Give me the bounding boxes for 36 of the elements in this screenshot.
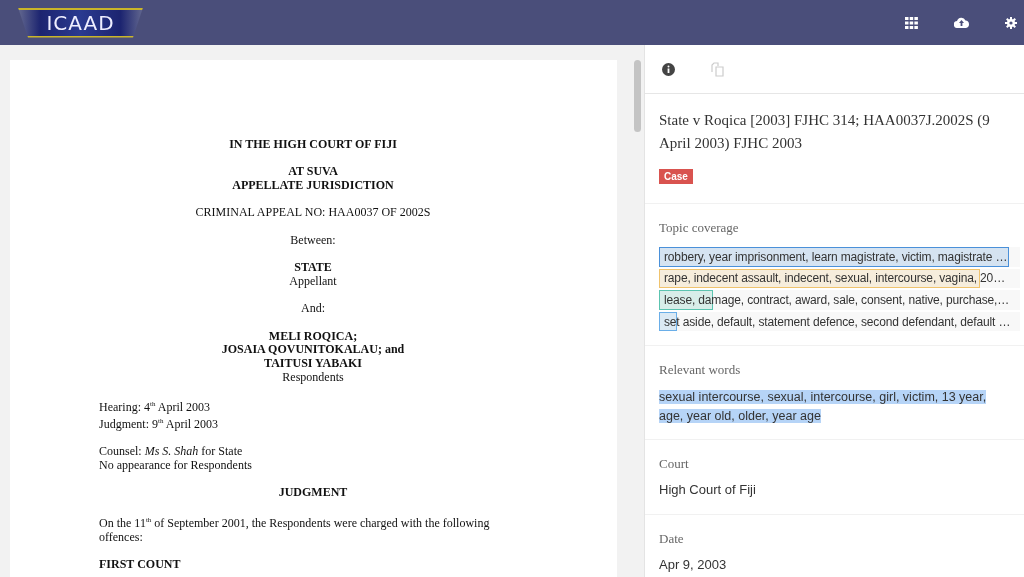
document-heading: FIRST COUNT bbox=[99, 557, 182, 572]
document-text: On the 11$^{th}$ of September 2001, the Respondents were charged with the following offences: bbox=[99, 514, 491, 545]
topic-words[interactable]: robbery, year imprisonment, learn magistrate, victim, magistrate … bbox=[659, 249, 1008, 264]
section-label: Relevant words bbox=[659, 362, 742, 379]
document-heading: TAITUSI YABAKI bbox=[263, 357, 363, 371]
document-text: Respondents bbox=[281, 370, 345, 385]
relevant-words: sexual intercourse, sexual, intercourse, girl, victim, 13 year, age, year old, older, year age bbox=[659, 389, 988, 426]
document-heading: JOSAIA QOVUNITOKALAU; and bbox=[220, 343, 406, 358]
document-heading: APPELLATE JURISDICTION bbox=[231, 179, 395, 193]
document-heading: MELI ROQICA; bbox=[267, 329, 359, 344]
field-label: Court bbox=[659, 456, 690, 473]
topic-words[interactable]: rape, indecent assault, indecent, sexual, intercourse, vagina, 20… bbox=[659, 271, 1005, 286]
case-tag: Case bbox=[659, 169, 693, 184]
scrollbar-thumb[interactable] bbox=[634, 60, 641, 132]
field-value: High Court of Fiji bbox=[659, 482, 757, 498]
document-text: Appellant bbox=[288, 274, 338, 289]
field-value: Apr 9, 2003 bbox=[659, 557, 728, 573]
logo[interactable]: ICAAD bbox=[18, 7, 143, 38]
cloud-upload-icon[interactable] bbox=[954, 17, 969, 28]
document-text: Counsel: Ms S. Shah for State bbox=[99, 445, 244, 460]
document-text: Between: bbox=[289, 233, 337, 248]
document-heading: AT SUVA bbox=[287, 165, 339, 180]
document-heading: STATE bbox=[293, 261, 333, 275]
document-heading: JUDGMENT bbox=[277, 486, 349, 501]
info-tab[interactable] bbox=[662, 62, 675, 76]
document-text: Judgment: 9$^{th}$ April 2003 bbox=[99, 415, 220, 432]
section-label: Topic coverage bbox=[659, 220, 740, 236]
document-text: Hearing: 4$^{th}$ April 2003 bbox=[99, 399, 212, 415]
field-label: Date bbox=[659, 531, 685, 548]
apps-grid-icon[interactable] bbox=[905, 16, 918, 29]
document-text: No appearance for Respondents bbox=[99, 459, 253, 473]
document-text: CRIMINAL APPEAL NO: HAA0037 OF 2002S bbox=[194, 206, 432, 221]
case-title: State v Roqica [2003] FJHC 314; HAA0037J.2002S (9 April 2003) FJHC 2003 bbox=[659, 111, 991, 153]
document-text: And: bbox=[300, 302, 326, 317]
settings-icon[interactable] bbox=[1005, 16, 1017, 29]
document-heading: IN THE HIGH COURT OF FIJI bbox=[228, 138, 398, 152]
